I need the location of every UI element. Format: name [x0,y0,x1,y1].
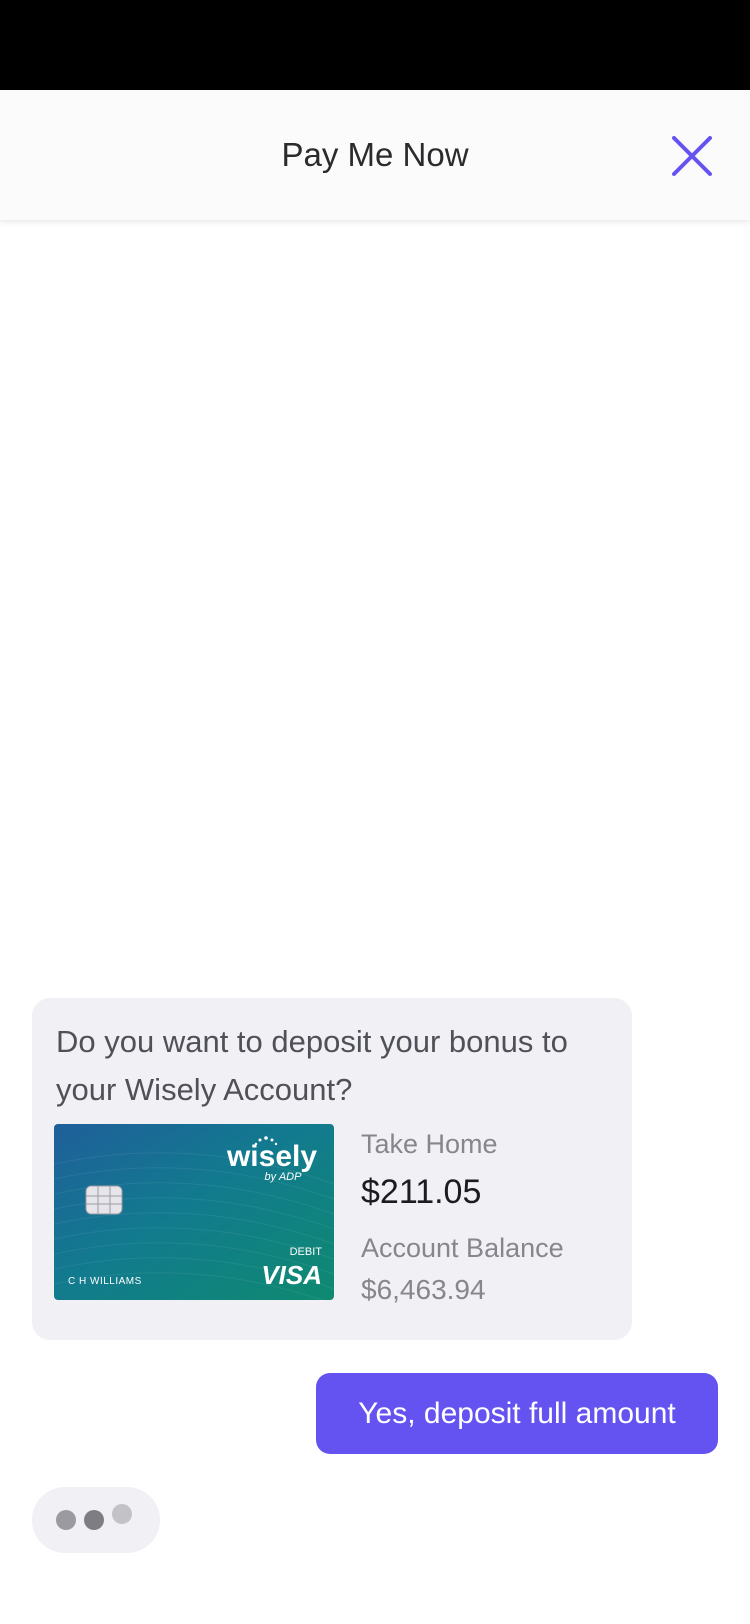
account-balance-value: $6,463.94 [361,1274,486,1305]
typing-dot [84,1510,104,1530]
wisely-debit-card: wisely by ADP DEBIT VISA C H WILLIAMS [54,1124,334,1300]
user-reply-button[interactable]: Yes, deposit full amount [316,1373,718,1454]
typing-dot [56,1510,76,1530]
take-home-label: Take Home [361,1129,498,1159]
card-brand-sub: by ADP [265,1171,303,1183]
deposit-summary: Take Home $211.05 Account Balance $6,463… [361,1126,621,1310]
typing-dot [112,1504,132,1524]
header: Pay Me Now [0,90,750,220]
card-network: VISA [261,1260,322,1290]
card-type: DEBIT [290,1246,323,1258]
bot-message-text: Do you want to deposit your bonus to you… [56,1024,568,1107]
typing-indicator [32,1487,160,1553]
close-icon [672,136,712,176]
cardholder-name: C H WILLIAMS [68,1276,142,1287]
card-chip [85,1185,123,1215]
bot-message-bubble: Do you want to deposit your bonus to you… [32,998,632,1340]
status-bar [0,0,750,90]
page-title: Pay Me Now [281,136,469,173]
close-button[interactable] [670,134,714,178]
card-brand: wisely [226,1140,317,1173]
take-home-value: $211.05 [361,1173,482,1211]
account-balance-label: Account Balance [361,1233,564,1263]
